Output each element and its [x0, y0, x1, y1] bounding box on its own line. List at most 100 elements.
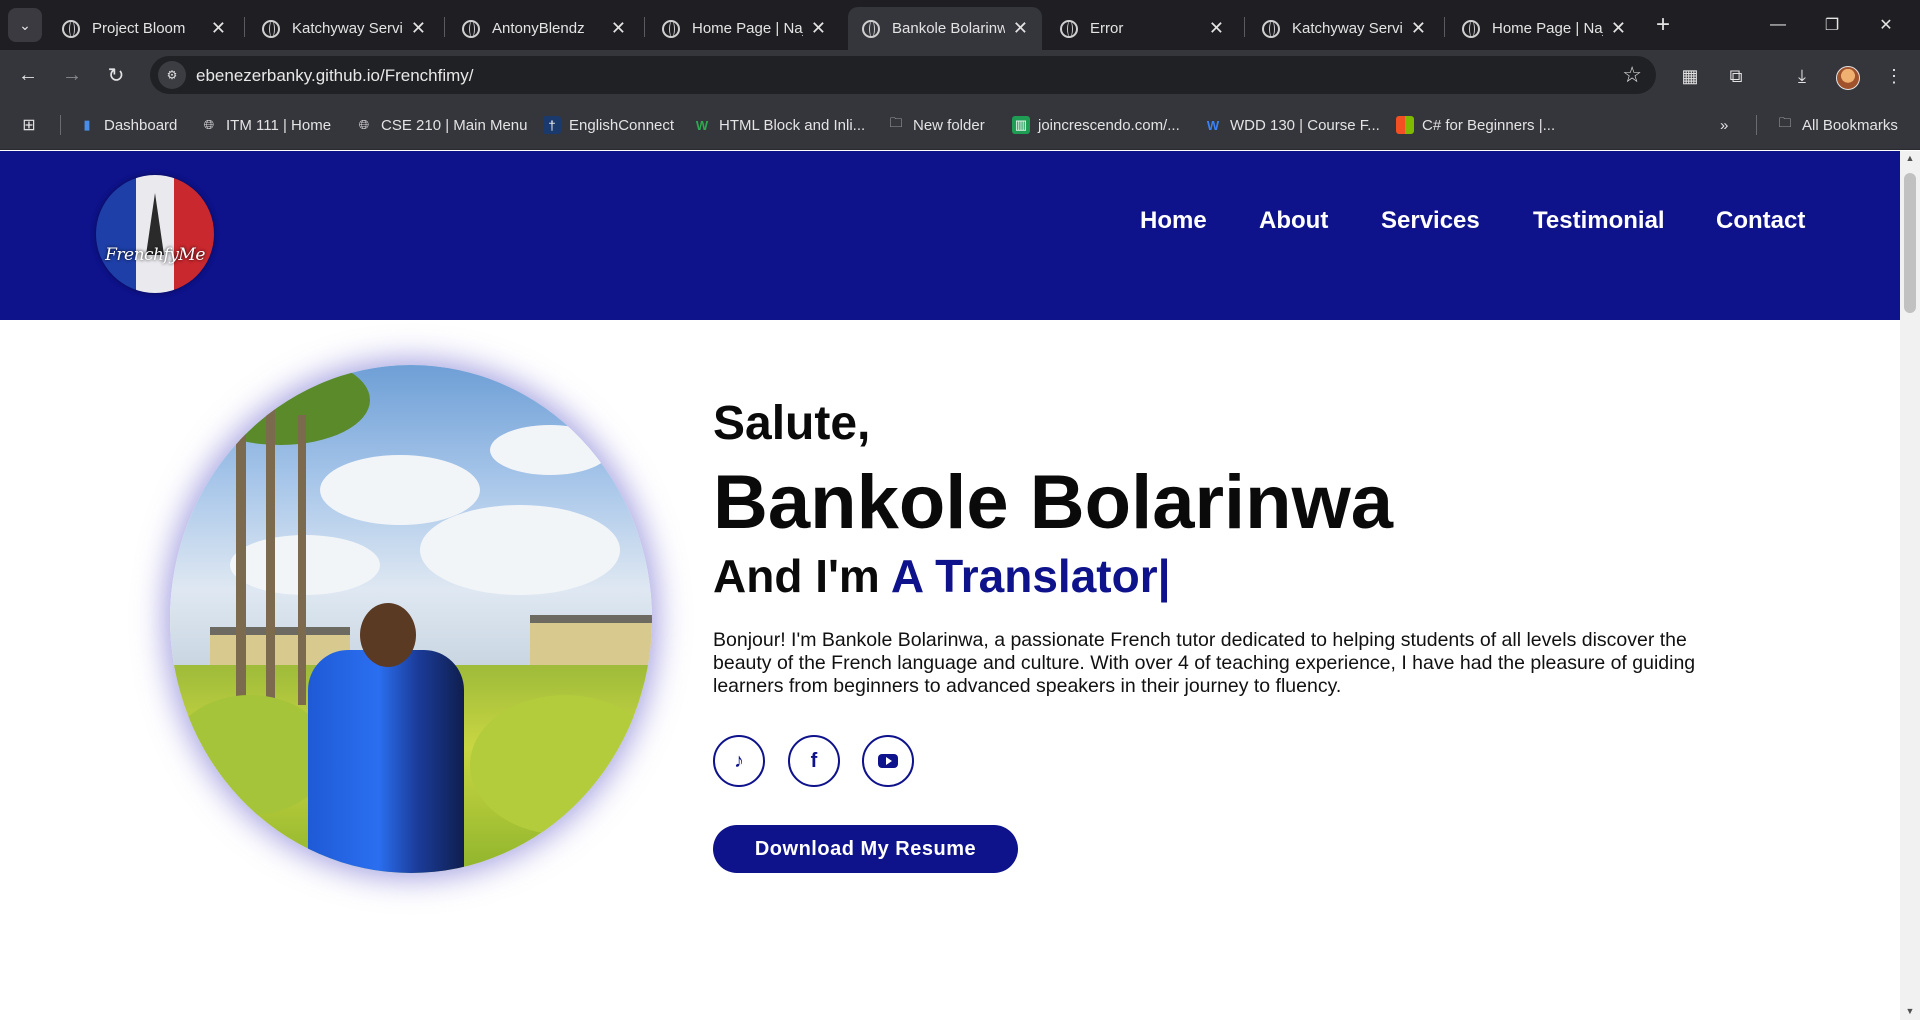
tab-title: Error — [1090, 20, 1124, 37]
close-tab-icon[interactable]: ✕ — [411, 18, 426, 39]
more-menu-icon[interactable]: ⋮ — [1880, 62, 1908, 90]
site-logo[interactable]: FrenchfyMe — [96, 175, 214, 293]
bookmark-csharp-beginners[interactable]: C# for Beginners |... — [1396, 114, 1555, 136]
facebook-link[interactable]: f — [788, 735, 840, 787]
tab-separator — [244, 17, 245, 37]
role-typed-text: A Translator| — [890, 550, 1171, 602]
nav-contact[interactable]: Contact — [1716, 207, 1805, 235]
tab-project-bloom[interactable]: Project Bloom ✕ — [48, 7, 240, 50]
qr-code-icon[interactable]: ▦ — [1676, 62, 1704, 90]
globe-icon: 🌐︎ — [203, 117, 215, 132]
close-tab-icon[interactable]: ✕ — [1611, 18, 1626, 39]
site-header: FrenchfyMe Home About Services Testimoni… — [0, 151, 1900, 320]
bookmark-cse-210[interactable]: 🌐︎ CSE 210 | Main Menu — [355, 114, 528, 136]
bookmark-wdd-130[interactable]: W WDD 130 | Course F... — [1204, 114, 1380, 136]
bookmark-star-icon[interactable]: ☆ — [1622, 62, 1642, 88]
nav-testimonial[interactable]: Testimonial — [1533, 207, 1665, 235]
more-bookmarks-icon[interactable]: » — [1720, 114, 1728, 136]
bookmark-label: ITM 111 | Home — [226, 116, 332, 134]
close-tab-icon[interactable]: ✕ — [1411, 18, 1426, 39]
bookmark-html-block[interactable]: W HTML Block and Inli... — [693, 114, 865, 136]
bookmark-label: CSE 210 | Main Menu — [381, 116, 528, 134]
globe-icon — [462, 19, 480, 38]
tab-search-button[interactable]: ⌄ — [8, 8, 42, 42]
tab-error[interactable]: Error ✕ — [1046, 7, 1238, 50]
close-tab-icon[interactable]: ✕ — [611, 18, 626, 39]
profile-avatar[interactable] — [1836, 66, 1860, 90]
extensions-icon[interactable]: ⧉ — [1722, 62, 1750, 90]
reload-button[interactable]: ↻ — [100, 60, 132, 90]
profile-photo — [170, 365, 652, 873]
bookmark-label: WDD 130 | Course F... — [1230, 116, 1380, 134]
close-tab-icon[interactable]: ✕ — [1013, 18, 1028, 39]
hero-greeting: Salute, — [713, 397, 871, 450]
logo-text: FrenchfyMe — [105, 245, 205, 265]
bookmark-label: New folder — [913, 116, 985, 134]
youtube-link[interactable] — [862, 735, 914, 787]
tab-katchyway-2[interactable]: Katchyway Servic ✕ — [1248, 7, 1440, 50]
url-text[interactable]: ebenezerbanky.github.io/Frenchfimy/ — [196, 66, 474, 86]
bookmark-label: All Bookmarks — [1802, 116, 1898, 134]
tab-bankole-bolarinwa[interactable]: Bankole Bolarinw ✕ — [848, 7, 1042, 50]
apps-grid-icon[interactable]: ⊞ — [20, 114, 38, 136]
bookmark-new-folder[interactable]: 🗀 New folder — [887, 114, 985, 136]
bookmark-label: joincrescendo.com/... — [1038, 116, 1180, 134]
close-tab-icon[interactable]: ✕ — [811, 18, 826, 39]
page-viewport: FrenchfyMe Home About Services Testimoni… — [0, 151, 1900, 1020]
nav-about[interactable]: About — [1259, 207, 1328, 235]
role-prefix: And I'm — [713, 550, 891, 602]
globe-icon — [62, 19, 80, 38]
bookmarks-bar: ⊞ ▮ Dashboard 🌐︎ ITM 111 | Home 🌐︎ CSE 2… — [0, 100, 1920, 150]
tab-title: Bankole Bolarinw — [892, 20, 1005, 37]
forward-button[interactable]: → — [56, 60, 88, 90]
tab-title: Home Page | Naj — [692, 20, 803, 37]
address-bar[interactable]: ⚙ ebenezerbanky.github.io/Frenchfimy/ ☆ — [150, 56, 1656, 94]
close-window-button[interactable]: ✕ — [1866, 10, 1906, 40]
bookmark-label: HTML Block and Inli... — [719, 116, 866, 134]
bookmark-label: C# for Beginners |... — [1422, 116, 1556, 134]
bookmark-separator — [1756, 115, 1757, 135]
bookmark-dashboard[interactable]: ▮ Dashboard — [78, 114, 177, 136]
scroll-thumb[interactable] — [1904, 173, 1916, 313]
back-button[interactable]: ← — [12, 60, 44, 90]
bookmark-englishconnect[interactable]: † EnglishConnect — [543, 114, 674, 136]
scroll-up-icon[interactable]: ▲ — [1905, 153, 1915, 163]
download-resume-button[interactable]: Download My Resume — [713, 825, 1018, 873]
sheets-icon: ▥ — [1012, 116, 1030, 134]
tab-home-page-1[interactable]: Home Page | Naj ✕ — [648, 7, 840, 50]
bookmark-itm-111[interactable]: 🌐︎ ITM 111 | Home — [200, 114, 331, 136]
hero-bio: Bonjour! I'm Bankole Bolarinwa, a passio… — [713, 629, 1696, 697]
bookmark-separator — [60, 115, 61, 135]
download-icon[interactable]: ⤓ — [1788, 62, 1816, 90]
tiktok-link[interactable]: ♪ — [713, 735, 765, 787]
facebook-icon: f — [810, 749, 818, 772]
tab-title: Katchyway Servic — [292, 20, 403, 37]
site-info-icon[interactable]: ⚙ — [158, 61, 186, 89]
browser-toolbar: ← → ↻ ⚙ ebenezerbanky.github.io/Frenchfi… — [0, 50, 1920, 100]
nav-home[interactable]: Home — [1140, 207, 1207, 235]
close-tab-icon[interactable]: ✕ — [1209, 18, 1224, 39]
bookmark-label: EnglishConnect — [569, 116, 675, 134]
all-bookmarks[interactable]: 🗀 All Bookmarks — [1776, 114, 1898, 136]
new-tab-button[interactable]: + — [1650, 10, 1676, 40]
tab-home-page-2[interactable]: Home Page | Naj ✕ — [1448, 7, 1640, 50]
globe-icon — [662, 19, 680, 38]
minimize-button[interactable]: — — [1758, 10, 1798, 40]
tab-katchyway-1[interactable]: Katchyway Servic ✕ — [248, 7, 440, 50]
tab-separator — [1244, 17, 1245, 37]
close-tab-icon[interactable]: ✕ — [211, 18, 226, 39]
tab-antonyblendz[interactable]: AntonyBlendz ✕ — [448, 7, 640, 50]
page-scrollbar[interactable]: ▲ ▼ — [1900, 151, 1920, 1020]
tab-separator — [644, 17, 645, 37]
globe-icon — [1060, 19, 1078, 38]
restore-button[interactable]: ❐ — [1812, 10, 1852, 40]
youtube-icon — [878, 754, 898, 768]
scroll-down-icon[interactable]: ▼ — [1905, 1006, 1915, 1016]
bookmark-joincrescendo[interactable]: ▥ joincrescendo.com/... — [1012, 114, 1180, 136]
tab-separator — [1444, 17, 1445, 37]
folder-icon: 🗀 — [1778, 115, 1792, 130]
nav-services[interactable]: Services — [1381, 207, 1480, 235]
w-icon: W — [695, 117, 709, 133]
folder-icon: 🗀 — [889, 115, 903, 130]
hero-name: Bankole Bolarinwa — [713, 460, 1393, 545]
